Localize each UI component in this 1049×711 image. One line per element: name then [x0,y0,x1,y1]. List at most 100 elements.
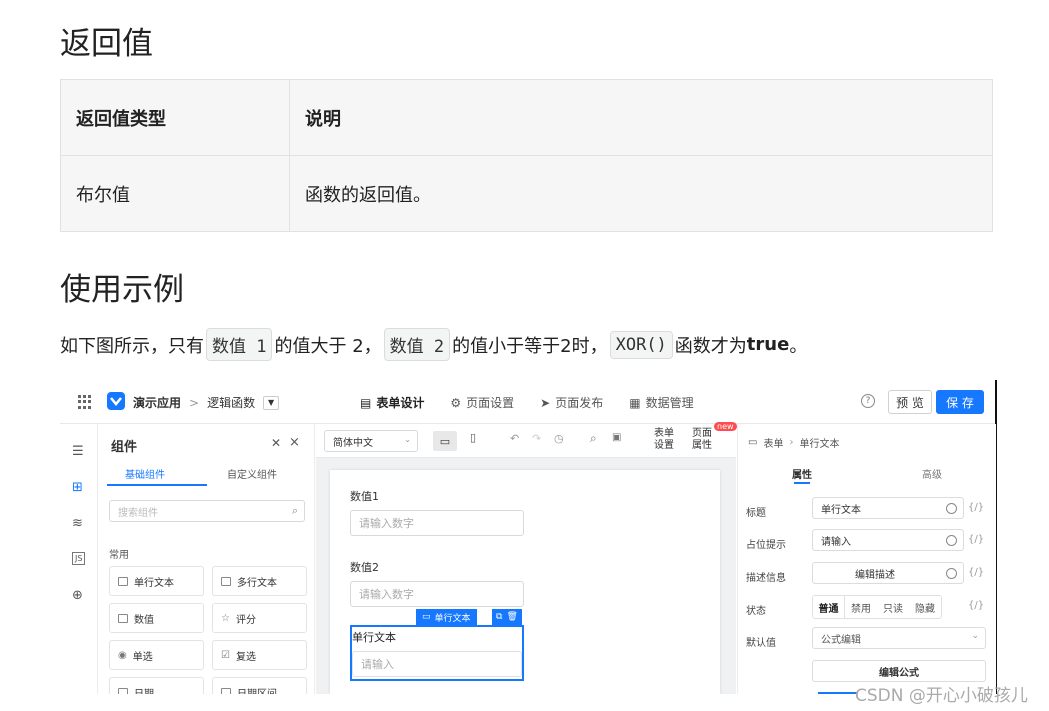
status-option[interactable]: 普通 [813,596,845,618]
component-number[interactable]: 数值 [109,603,204,633]
tab-page-settings[interactable]: ⚙ 页面设置 [450,394,514,411]
app-name[interactable]: 演示应用 [133,394,181,411]
selected-field-frame[interactable]: 单行文本 请输入 [350,625,524,681]
field-value: 单行文本 [821,504,861,516]
page-properties-button[interactable]: 页面 属性 [692,428,712,452]
canvas-toolbar: 简体中文 ⌄ ▭ ▯ ↶ ↷ ◷ ⌕ ▣ 表单 设置 页面 属性 new [316,422,737,458]
number-icon [118,613,128,623]
status-option[interactable]: 禁用 [845,596,877,618]
component-label: 单选 [132,651,153,663]
example-paragraph: 如下图所示，只有 数值 1 的值大于 2， 数值 2 的值小于等于2时， XOR… [60,328,807,361]
globe-icon[interactable]: ⊕ [72,588,83,603]
form-canvas: 简体中文 ⌄ ▭ ▯ ↶ ↷ ◷ ⌕ ▣ 表单 设置 页面 属性 new 数值1 请… [316,422,737,694]
component-radio[interactable]: ◉ 单选 [109,640,204,670]
code-icon[interactable]: ▣ [612,432,621,443]
trash-icon[interactable]: 🗑 [506,612,517,622]
panel-title: 组件 [111,440,138,455]
placeholder-input[interactable]: 请输入 [812,529,964,551]
close-icon[interactable]: × [289,435,300,450]
example-screenshot: 演示应用 > 逻辑函数 ▼ ▤ 表单设计 ⚙ 页面设置 ➤ 页面发布 ▦ 数据管理 ? … [60,378,998,694]
para-text: 函数才为 [674,335,747,357]
formula-icon[interactable]: {/} [968,502,984,513]
field-value: 请输入 [821,536,851,548]
properties-breadcrumb: ▭ 表单 › 单行文本 [748,435,839,450]
apps-grid-icon[interactable] [78,395,92,409]
outline-icon[interactable]: ☰ [72,444,84,459]
component-search-input[interactable]: 搜索组件 ⌕ [109,500,305,522]
new-badge: new [714,422,737,431]
para-text: 的值大于 2， [274,335,382,357]
tab-advanced[interactable]: 高级 [922,466,942,481]
history-icon[interactable]: ◷ [554,432,564,445]
table-row: 布尔值 函数的返回值。 [60,155,993,232]
heading-example: 使用示例 [60,272,184,308]
globe-icon[interactable] [946,535,957,546]
page-name[interactable]: 逻辑函数 [207,394,255,411]
radio-icon: ◉ [118,649,127,661]
return-value-table: 返回值类型 说明 布尔值 函数的返回值。 [60,79,993,232]
save-button[interactable]: 保 存 [936,390,984,414]
search-placeholder: 搜索组件 [118,507,158,519]
component-rating[interactable]: ☆ 评分 [212,603,307,633]
component-label: 单行文本 [134,577,174,589]
globe-icon[interactable] [946,503,957,514]
tag-label: 单行文本 [434,613,471,624]
tab-basic-components[interactable]: 基础组件 [125,466,165,481]
components-icon[interactable]: ⊞ [72,480,83,495]
label: 页面 [692,428,712,439]
tab-properties[interactable]: 属性 [792,466,812,481]
desktop-icon[interactable]: ▭ [433,431,457,451]
table-icon: ▦ [629,395,641,410]
text-input-icon [118,576,128,586]
tab-form-design[interactable]: ▤ 表单设计 [360,394,424,411]
prop-label: 状态 [746,606,766,617]
copy-icon[interactable]: ⧉ [496,612,502,622]
edit-formula-button[interactable]: 编辑公式 [812,660,986,682]
edit-description-button[interactable]: 编辑描述 [812,562,964,584]
status-option[interactable]: 只读 [877,596,909,618]
language-select[interactable]: 简体中文 ⌄ [324,430,418,452]
tab-label: 页面设置 [466,396,515,410]
tab-data-management[interactable]: ▦ 数据管理 [629,394,693,411]
inline-code: 数值 1 [206,328,273,361]
text-input[interactable]: 请输入 [352,651,522,677]
formula-icon[interactable]: {/} [968,567,984,578]
globe-icon[interactable] [946,568,957,579]
preview-button[interactable]: 预 览 [888,390,932,414]
default-value-select[interactable]: 公式编辑 ⌄ [812,627,986,649]
pin-icon[interactable]: ✕ [271,436,281,450]
component-single-line-text[interactable]: 单行文本 [109,566,204,596]
para-text: 。 [789,335,808,357]
status-option[interactable]: 隐藏 [909,596,941,618]
calendar-range-icon [221,687,231,694]
undo-icon[interactable]: ↶ [510,432,519,445]
component-multi-line-text[interactable]: 多行文本 [212,566,307,596]
checkbox-icon: ☑ [221,649,230,661]
search-icon[interactable]: ⌕ [590,431,597,446]
section-title: 常用 [109,550,129,561]
selected-component-tag: ▭ 单行文本 [416,609,477,625]
form-settings-button[interactable]: 表单 设置 [654,428,674,452]
field-label: 单行文本 [352,631,396,644]
js-icon[interactable]: JS [72,552,86,565]
component-label: 日期 [134,688,154,695]
number-input-2[interactable]: 请输入数字 [350,581,524,607]
caret-down-icon[interactable]: ▼ [263,395,280,410]
breadcrumb-item: 单行文本 [799,439,840,450]
component-date-range[interactable]: 日期区间 [212,677,307,694]
label: 设置 [654,440,674,451]
number-input-1[interactable]: 请输入数字 [350,510,524,536]
text-input-icon: ▭ [422,612,431,622]
help-icon[interactable]: ? [861,394,875,408]
tab-custom-components[interactable]: 自定义组件 [227,466,277,481]
mobile-icon[interactable]: ▯ [470,431,476,444]
formula-icon[interactable]: {/} [968,600,984,611]
database-icon[interactable]: ≋ [72,516,83,531]
tab-page-publish[interactable]: ➤ 页面发布 [540,394,603,411]
redo-icon[interactable]: ↷ [532,432,541,445]
breadcrumb-item[interactable]: 表单 [763,435,783,450]
formula-icon[interactable]: {/} [968,534,984,545]
component-checkbox[interactable]: ☑ 复选 [212,640,307,670]
component-date[interactable]: 日期 [109,677,204,694]
title-input[interactable]: 单行文本 [812,497,964,519]
